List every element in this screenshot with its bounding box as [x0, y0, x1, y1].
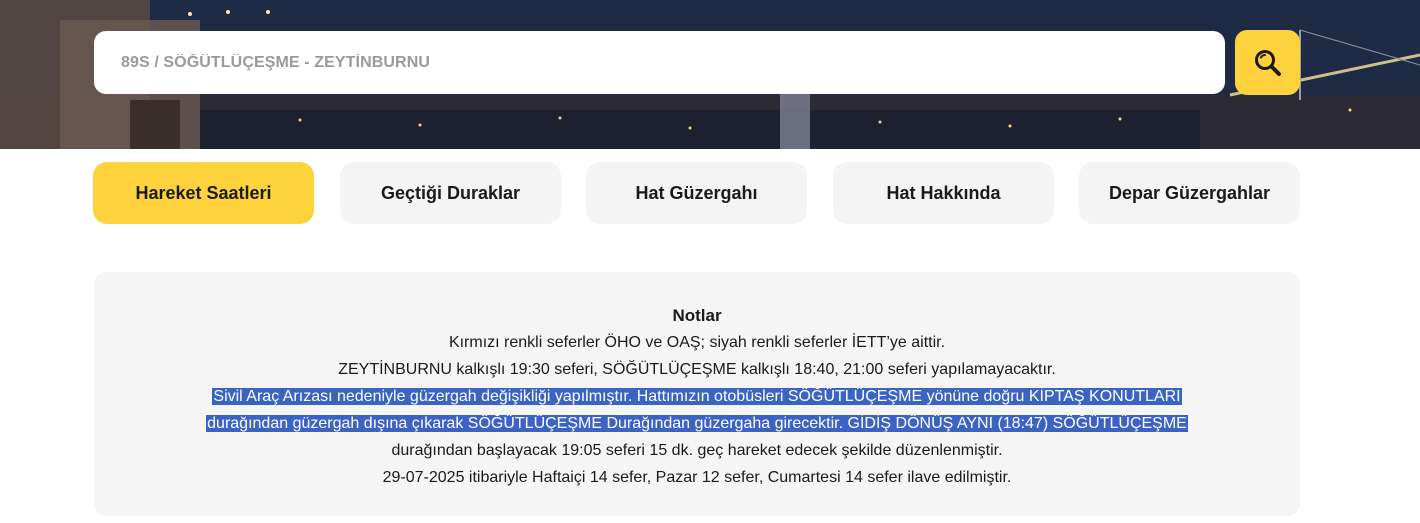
tab-label: Hat Hakkında — [886, 182, 1001, 203]
tab-label: Hareket Saatleri — [135, 182, 272, 203]
note-line: ZEYTİNBURNU kalkışlı 19:30 seferi, SÖĞÜT… — [338, 361, 1056, 378]
note-line: Kırmızı renkli seferler ÖHO ve OAŞ; siya… — [448, 334, 946, 351]
selected-text: durağından güzergah dışına çıkarak SÖĞÜT… — [206, 415, 1188, 432]
tab-label: Hat Güzergahı — [635, 182, 758, 203]
selected-text: Sivil Araç Arızası nedeniyle güzergah de… — [212, 388, 1182, 405]
note-line: 29-07-2025 itibariyle Haftaiçi 14 sefer,… — [382, 469, 1012, 486]
tab-hat-guzergahi[interactable]: Hat Güzergahı — [586, 162, 807, 224]
note-line: durağından başlayacak 19:05 seferi 15 dk… — [391, 442, 1003, 459]
search-input[interactable] — [119, 52, 1225, 73]
notes-title: Notlar — [672, 306, 722, 325]
notes-panel: Notlar Kırmızı renkli seferler ÖHO ve OA… — [94, 272, 1300, 516]
tab-hareket-saatleri[interactable]: Hareket Saatleri — [93, 162, 314, 224]
highlighted-note-line: Sivil Araç Arızası nedeniyle güzergah de… — [94, 383, 1300, 410]
search-button[interactable] — [1235, 30, 1300, 95]
tab-depar-guzergahlar[interactable]: Depar Güzergahlar — [1079, 162, 1300, 224]
tab-gectigi-duraklar[interactable]: Geçtiği Duraklar — [340, 162, 561, 224]
tab-label: Depar Güzergahlar — [1108, 182, 1271, 203]
search-icon — [1254, 49, 1281, 76]
highlighted-note-line: durağından güzergah dışına çıkarak SÖĞÜT… — [94, 410, 1300, 437]
tab-label: Geçtiği Duraklar — [380, 182, 521, 203]
tab-hat-hakkinda[interactable]: Hat Hakkında — [833, 162, 1054, 224]
search-bar[interactable] — [94, 31, 1225, 94]
